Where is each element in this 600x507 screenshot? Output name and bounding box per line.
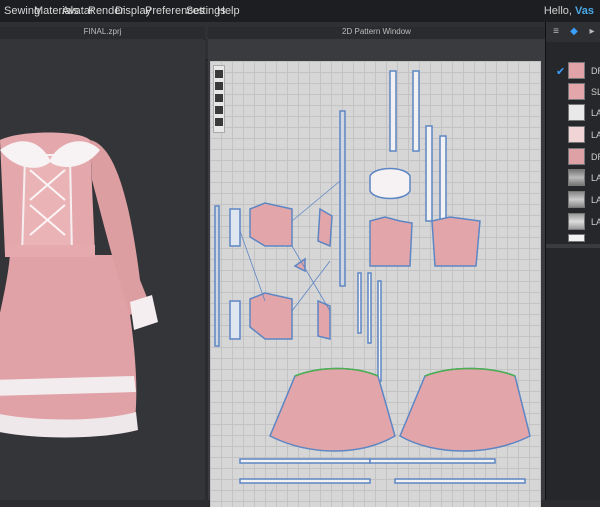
fabric-swatch — [568, 191, 585, 208]
list-view-icon[interactable]: ≡ — [550, 26, 562, 38]
select-pattern-icon[interactable] — [215, 70, 223, 78]
fabric-swatch — [568, 126, 585, 143]
display-icon[interactable] — [215, 106, 223, 114]
pattern-canvas[interactable] — [210, 61, 541, 507]
ruler-icon[interactable] — [215, 118, 223, 126]
2d-side-toolbar — [213, 65, 225, 133]
pattern-skirt-right[interactable] — [399, 367, 531, 452]
selected-check-icon: ✔ — [556, 66, 566, 78]
pattern-sleeve-cuff[interactable] — [229, 208, 241, 247]
fabric-item[interactable]: DRE — [546, 148, 600, 168]
pattern-sleeve-top-side[interactable] — [317, 207, 333, 248]
3d-viewport[interactable] — [0, 40, 205, 500]
fabric-swatch — [568, 213, 585, 230]
pattern-sleeve-cuff-2[interactable] — [229, 300, 241, 340]
pattern-collar-strip[interactable] — [389, 70, 397, 152]
pan-icon[interactable] — [215, 94, 223, 102]
pattern-hem-band-1[interactable] — [239, 458, 371, 464]
menu-help[interactable]: Help — [217, 5, 240, 17]
fabric-name: SLE — [591, 87, 600, 97]
2d-window-title: 2D Pattern Window — [208, 27, 545, 39]
fabric-item[interactable]: SLE — [546, 83, 600, 103]
fabric-item[interactable]: LAC — [546, 191, 600, 211]
pattern-collar-strip-2[interactable] — [412, 70, 420, 152]
pattern-ruffle-strip-2[interactable] — [439, 135, 447, 227]
greeting-text: Hello, — [543, 5, 572, 17]
fabric-name: DRE — [591, 66, 600, 76]
zoom-icon[interactable] — [215, 82, 223, 90]
object-browser-tabs: ≡ ◆ ▸ — [546, 22, 600, 42]
pattern-sleeve-bottom-side[interactable] — [317, 299, 331, 340]
pattern-collar[interactable] — [369, 167, 411, 200]
fabric-swatch — [568, 148, 585, 165]
fabric-name: LAC — [591, 173, 600, 183]
pattern-placket-strip[interactable] — [339, 110, 346, 287]
pattern-ruffle-strip[interactable] — [425, 125, 433, 222]
fabric-item[interactable]: LAC — [546, 169, 600, 189]
fabric-item[interactable]: LAC — [546, 126, 600, 146]
fabric-name: LAC — [591, 108, 600, 118]
pattern-side-strip[interactable] — [214, 205, 220, 347]
pattern-hem-band-3[interactable] — [239, 478, 371, 484]
menu-bar: Sewing Materials Avatar Render Display P… — [0, 0, 600, 22]
3d-window-title: FINAL.zprj — [0, 27, 205, 39]
3d-garment-window[interactable]: FINAL.zprj — [0, 27, 205, 500]
pattern-bodice-right[interactable] — [431, 216, 481, 267]
fabric-name: LAC — [591, 195, 600, 205]
waistband — [5, 245, 95, 257]
pattern-sleeve-bottom[interactable] — [249, 292, 293, 340]
fabric-swatch — [568, 83, 585, 100]
fabric-name: LAC — [591, 217, 600, 227]
fabric-item[interactable]: LAC — [546, 104, 600, 124]
pattern-sleeve-top[interactable] — [249, 202, 293, 247]
fabric-name: LAC — [591, 130, 600, 140]
fabric-swatch — [568, 62, 585, 79]
object-browser: ≡ ◆ ▸ ✔ DRE SLE LAC LAC DRE LAC LAC LAC — [545, 22, 600, 500]
pattern-bodice-left[interactable] — [369, 216, 413, 267]
pattern-skirt-left[interactable] — [269, 367, 396, 452]
fabric-swatch — [568, 169, 585, 186]
fabric-item[interactable]: LAC — [546, 213, 600, 233]
pattern-trim-1[interactable] — [357, 272, 362, 334]
user-name: Vas — [575, 5, 594, 17]
fabric-swatch — [568, 104, 585, 121]
fabric-item[interactable]: ✔ DRE — [546, 62, 600, 82]
pattern-trim-3[interactable] — [377, 280, 382, 382]
pattern-hem-band-2[interactable] — [369, 458, 496, 464]
more-tab-icon[interactable]: ▸ — [586, 26, 598, 38]
pattern-hem-band-4[interactable] — [394, 478, 526, 484]
pattern-trim-2[interactable] — [367, 272, 372, 344]
user-greeting[interactable]: Hello, Vas — [544, 5, 594, 17]
panel-divider[interactable] — [546, 244, 600, 248]
fabric-tab-icon[interactable]: ◆ — [568, 26, 580, 38]
fabric-name: DRE — [591, 152, 600, 162]
2d-pattern-window[interactable]: 2D Pattern Window — [208, 27, 545, 507]
skirt — [0, 255, 137, 420]
fabric-swatch — [568, 234, 585, 242]
